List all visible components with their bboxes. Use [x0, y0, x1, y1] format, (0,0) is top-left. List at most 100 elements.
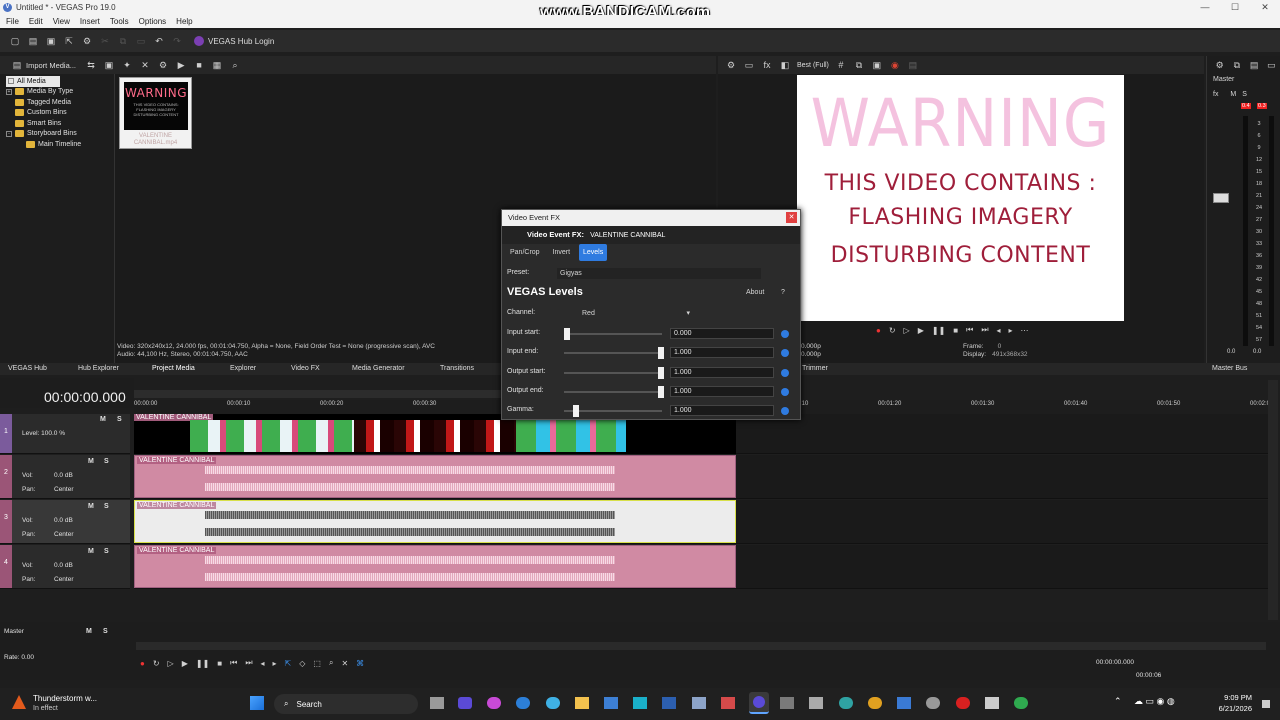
- app-icon-4[interactable]: [692, 697, 706, 709]
- next-frame-icon[interactable]: ▸: [1009, 326, 1013, 335]
- hub-login-link[interactable]: VEGAS Hub Login: [208, 37, 274, 46]
- app-icon-6[interactable]: [780, 697, 794, 709]
- tab-video-fx[interactable]: Video FX: [291, 363, 320, 375]
- slider-knob[interactable]: [573, 405, 580, 418]
- settings-icon[interactable]: [926, 697, 940, 709]
- video-clip[interactable]: VALENTINE CANNIBAL: [134, 414, 736, 454]
- weather-alert-icon[interactable]: [12, 695, 26, 709]
- loop-icon[interactable]: ↻: [153, 659, 160, 668]
- tree-smart-bins[interactable]: Smart Bins: [6, 118, 114, 129]
- master-mute-button[interactable]: M: [86, 628, 92, 635]
- tab-media-generator[interactable]: Media Generator: [352, 363, 405, 375]
- keyframe-icon[interactable]: [781, 330, 789, 338]
- next-frame-icon[interactable]: ▸: [273, 659, 277, 668]
- fx-param-slider[interactable]: [564, 347, 664, 360]
- slider-knob[interactable]: [658, 347, 664, 360]
- menu-file[interactable]: File: [6, 17, 19, 26]
- play-from-start-icon[interactable]: ▷: [904, 326, 910, 335]
- paste-icon[interactable]: ▭: [136, 36, 146, 46]
- go-to-end-icon[interactable]: ⏭: [245, 658, 252, 668]
- tree-storyboard-bins[interactable]: - Storyboard Bins: [6, 129, 114, 140]
- edge-icon[interactable]: [516, 697, 530, 709]
- store-icon[interactable]: [604, 697, 618, 709]
- master-solo-button[interactable]: S: [103, 628, 108, 635]
- chain-item-pan-crop[interactable]: Pan/Crop: [506, 244, 544, 261]
- new-project-icon[interactable]: ▢: [10, 36, 20, 46]
- grid-icon[interactable]: #: [836, 60, 846, 70]
- help-link[interactable]: ?: [781, 289, 785, 296]
- fx-param-slider[interactable]: [564, 385, 664, 398]
- mixer-copy-icon[interactable]: ⧉: [1232, 60, 1241, 70]
- capture-icon[interactable]: ⇆: [86, 60, 96, 70]
- taskbar-search[interactable]: ⌕ Search: [274, 694, 418, 714]
- app-icon-7[interactable]: [809, 697, 823, 709]
- expand-icon[interactable]: -: [6, 130, 12, 137]
- tree-tagged-media[interactable]: Tagged Media: [6, 97, 114, 108]
- render-icon[interactable]: ⇱: [64, 36, 74, 46]
- maximize-button[interactable]: ☐: [1220, 0, 1250, 15]
- app-icon-9[interactable]: [868, 697, 882, 709]
- external-monitor-icon[interactable]: ▭: [744, 60, 754, 70]
- track-header-2[interactable]: 2 M S Vol: 0.0 dB Pan: Center: [0, 455, 130, 499]
- undo-icon[interactable]: ↶: [154, 36, 164, 46]
- solo-button[interactable]: S: [104, 458, 109, 465]
- mute-button[interactable]: M: [88, 503, 94, 510]
- copy-snapshot-icon[interactable]: ⧉: [854, 60, 864, 70]
- chat-icon[interactable]: [458, 697, 472, 709]
- keyframe-icon[interactable]: [781, 407, 789, 416]
- stop-icon[interactable]: ■: [953, 326, 958, 335]
- menu-options[interactable]: Options: [139, 17, 167, 26]
- chain-item-invert[interactable]: Invert: [549, 244, 575, 261]
- slider-knob[interactable]: [658, 366, 664, 379]
- vegas-hub-icon[interactable]: [194, 36, 204, 46]
- fx-param-slider[interactable]: [564, 405, 662, 418]
- close-window-button[interactable]: ✕: [1250, 0, 1280, 15]
- slider-knob[interactable]: [658, 385, 664, 398]
- tree-main-timeline[interactable]: Main Timeline: [6, 139, 114, 150]
- vegas-taskbar-icon[interactable]: [749, 692, 769, 714]
- timeline-horizontal-scrollbar[interactable]: [136, 642, 1266, 650]
- save-snapshot-icon[interactable]: ▣: [872, 60, 882, 70]
- track-header-3[interactable]: 3 M S Vol: 0.0 dB Pan: Center: [0, 500, 130, 544]
- windows-start-icon[interactable]: [250, 696, 264, 710]
- settings-gear-icon[interactable]: ⚙: [82, 36, 92, 46]
- preview-quality-select[interactable]: Best (Full): [797, 62, 829, 69]
- zoom-tool-icon[interactable]: ⌕: [329, 658, 333, 668]
- go-to-end-icon[interactable]: ⏭: [981, 325, 988, 335]
- tree-custom-bins[interactable]: Custom Bins: [6, 108, 114, 119]
- tab-vegas-hub[interactable]: VEGAS Hub: [8, 363, 47, 375]
- master-fader-knob[interactable]: [1213, 193, 1229, 203]
- more-icon[interactable]: ⋯: [1021, 326, 1029, 335]
- channel-select[interactable]: Red ▾: [582, 308, 692, 319]
- edit-tool-icon[interactable]: ⇱: [285, 659, 292, 668]
- edge-alt-icon[interactable]: [546, 697, 560, 709]
- fx-param-value[interactable]: 1.000: [670, 405, 774, 417]
- app-icon-8[interactable]: [839, 697, 853, 709]
- expand-icon[interactable]: +: [6, 88, 12, 95]
- redo-icon[interactable]: ↷: [172, 36, 182, 46]
- save-icon[interactable]: ▣: [46, 36, 56, 46]
- tab-master-bus[interactable]: Master Bus: [1212, 363, 1247, 375]
- mixer-settings-gear-icon[interactable]: ⚙: [1215, 60, 1224, 70]
- fx-close-button[interactable]: ✕: [786, 212, 797, 223]
- track-header-1[interactable]: 1 M S Level: 100.0 %: [0, 414, 130, 454]
- weather-title[interactable]: Thunderstorm w...: [33, 694, 97, 703]
- tray-icons[interactable]: ☁ ▭ ◉ ◍: [1134, 696, 1175, 707]
- stop-icon[interactable]: ■: [217, 659, 222, 668]
- play-from-start-icon[interactable]: ▷: [168, 659, 174, 668]
- tab-explorer[interactable]: Explorer: [230, 363, 256, 375]
- tray-chevron-icon[interactable]: ⌃: [1114, 696, 1122, 707]
- overlay-icon[interactable]: ▤: [908, 60, 918, 70]
- file-explorer-icon[interactable]: [575, 697, 589, 709]
- record-icon[interactable]: ●: [140, 659, 145, 668]
- loop-icon[interactable]: ↻: [889, 326, 896, 335]
- tree-media-by-type[interactable]: + Media By Type: [6, 87, 114, 98]
- mixer-fx-icon[interactable]: ▤: [1250, 60, 1259, 70]
- clock-time[interactable]: 9:09 PM: [1214, 693, 1252, 702]
- media-fx-icon[interactable]: ✦: [122, 60, 132, 70]
- tab-trimmer[interactable]: Trimmer: [802, 363, 828, 375]
- selection-tool-icon[interactable]: ⬚: [313, 659, 321, 668]
- clock-date[interactable]: 6/21/2026: [1206, 704, 1252, 713]
- remove-media-icon[interactable]: ▣: [104, 60, 114, 70]
- tab-project-media[interactable]: Project Media: [152, 363, 195, 375]
